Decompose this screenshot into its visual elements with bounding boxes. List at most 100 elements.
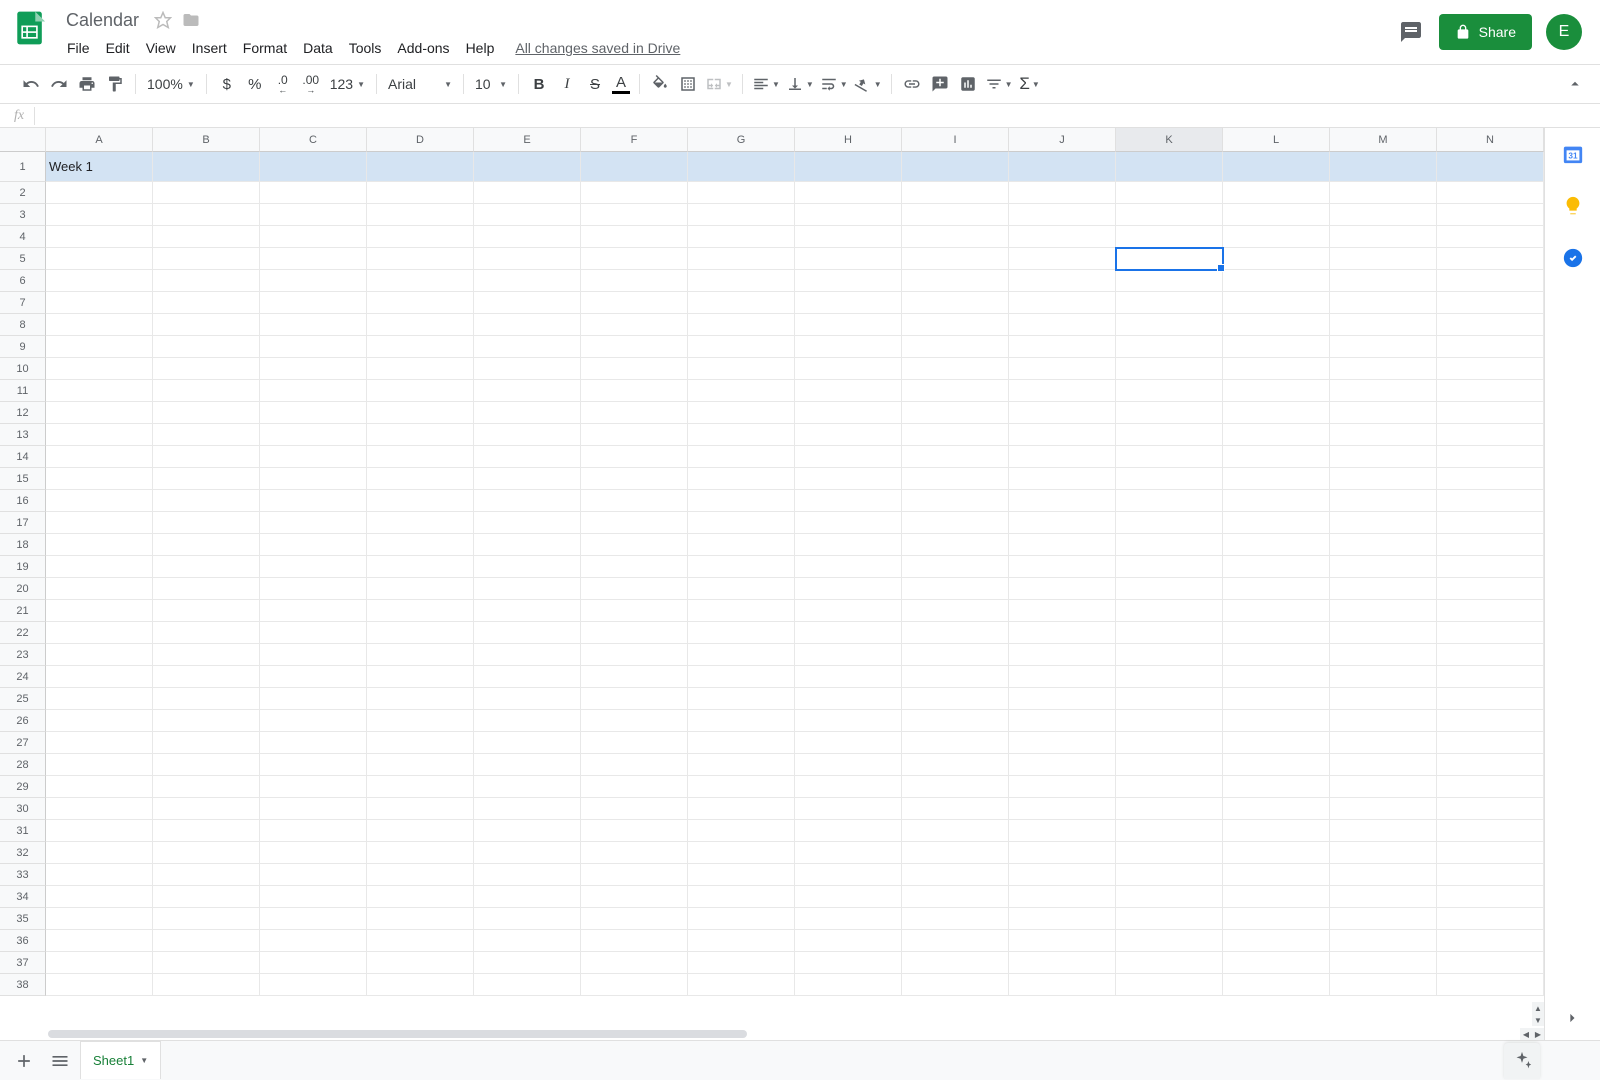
- cell[interactable]: [153, 622, 260, 644]
- cell[interactable]: [795, 886, 902, 908]
- cell[interactable]: [902, 512, 1009, 534]
- cell[interactable]: [1116, 754, 1223, 776]
- cell[interactable]: [902, 886, 1009, 908]
- cell[interactable]: [153, 798, 260, 820]
- cell[interactable]: [1009, 732, 1116, 754]
- horizontal-scrollbar[interactable]: [48, 1028, 1504, 1040]
- cell[interactable]: [153, 644, 260, 666]
- cell[interactable]: [1437, 358, 1544, 380]
- cell[interactable]: [902, 908, 1009, 930]
- cell[interactable]: [1009, 534, 1116, 556]
- cell[interactable]: [474, 644, 581, 666]
- cell[interactable]: [1437, 666, 1544, 688]
- cell[interactable]: [1437, 152, 1544, 182]
- cell[interactable]: [902, 842, 1009, 864]
- cell[interactable]: [581, 666, 688, 688]
- cell[interactable]: [795, 534, 902, 556]
- cell[interactable]: [46, 952, 153, 974]
- cell[interactable]: [1437, 776, 1544, 798]
- select-all-corner[interactable]: [0, 128, 46, 152]
- cell[interactable]: [260, 776, 367, 798]
- cell[interactable]: [795, 556, 902, 578]
- cell[interactable]: [1437, 468, 1544, 490]
- cell[interactable]: [46, 666, 153, 688]
- cell[interactable]: [46, 424, 153, 446]
- cell[interactable]: [1223, 152, 1330, 182]
- cell[interactable]: [1223, 182, 1330, 204]
- cell[interactable]: [1330, 534, 1437, 556]
- cell[interactable]: [474, 820, 581, 842]
- cell[interactable]: [1009, 490, 1116, 512]
- cell[interactable]: [795, 622, 902, 644]
- cell[interactable]: [1223, 292, 1330, 314]
- text-wrap-button[interactable]: ▼: [818, 71, 850, 97]
- cell[interactable]: [1116, 886, 1223, 908]
- cell[interactable]: [1223, 776, 1330, 798]
- cell[interactable]: [1330, 358, 1437, 380]
- cell[interactable]: [1116, 182, 1223, 204]
- cell[interactable]: [1009, 908, 1116, 930]
- cell[interactable]: [581, 152, 688, 182]
- cell[interactable]: [46, 556, 153, 578]
- row-header[interactable]: 23: [0, 644, 46, 666]
- scroll-right-button[interactable]: ▶: [1532, 1028, 1544, 1040]
- cell[interactable]: [474, 864, 581, 886]
- cell[interactable]: [1223, 820, 1330, 842]
- cell[interactable]: [260, 182, 367, 204]
- cell[interactable]: [795, 512, 902, 534]
- column-header[interactable]: J: [1009, 128, 1116, 152]
- cell[interactable]: [474, 688, 581, 710]
- row-header[interactable]: 9: [0, 336, 46, 358]
- row-header[interactable]: 22: [0, 622, 46, 644]
- cell[interactable]: [1223, 402, 1330, 424]
- cell[interactable]: [1116, 314, 1223, 336]
- print-button[interactable]: [74, 71, 100, 97]
- cell[interactable]: [1116, 248, 1223, 270]
- cell[interactable]: [1009, 446, 1116, 468]
- move-folder-icon[interactable]: [181, 10, 201, 30]
- cell[interactable]: [1330, 204, 1437, 226]
- cell[interactable]: [1116, 952, 1223, 974]
- cell[interactable]: [1009, 886, 1116, 908]
- cell[interactable]: [46, 468, 153, 490]
- cell[interactable]: [260, 270, 367, 292]
- cell[interactable]: [688, 886, 795, 908]
- cell[interactable]: [1437, 490, 1544, 512]
- borders-button[interactable]: [675, 71, 701, 97]
- cell[interactable]: [795, 182, 902, 204]
- cell[interactable]: [1223, 710, 1330, 732]
- cell[interactable]: [46, 314, 153, 336]
- cell[interactable]: [581, 270, 688, 292]
- cell[interactable]: [1223, 512, 1330, 534]
- cell[interactable]: [688, 908, 795, 930]
- cell[interactable]: [1330, 776, 1437, 798]
- cell[interactable]: [474, 974, 581, 996]
- cell[interactable]: [688, 534, 795, 556]
- cell[interactable]: [902, 534, 1009, 556]
- cell[interactable]: [260, 908, 367, 930]
- cell[interactable]: [688, 864, 795, 886]
- cell[interactable]: [1223, 732, 1330, 754]
- cell[interactable]: [474, 226, 581, 248]
- cell[interactable]: [795, 930, 902, 952]
- cell[interactable]: [46, 842, 153, 864]
- cell[interactable]: [688, 622, 795, 644]
- cell[interactable]: [581, 908, 688, 930]
- cell[interactable]: [474, 336, 581, 358]
- cell[interactable]: [581, 622, 688, 644]
- row-header[interactable]: 8: [0, 314, 46, 336]
- cell[interactable]: [581, 204, 688, 226]
- cell[interactable]: [581, 886, 688, 908]
- column-header[interactable]: F: [581, 128, 688, 152]
- cell[interactable]: [1009, 336, 1116, 358]
- cell[interactable]: [688, 952, 795, 974]
- cell[interactable]: [153, 270, 260, 292]
- cell[interactable]: [1223, 864, 1330, 886]
- cell[interactable]: [260, 336, 367, 358]
- cell[interactable]: [1223, 842, 1330, 864]
- menu-format[interactable]: Format: [236, 36, 294, 60]
- row-header[interactable]: 20: [0, 578, 46, 600]
- keep-addon-icon[interactable]: [1561, 194, 1585, 218]
- cell[interactable]: [1009, 468, 1116, 490]
- cell[interactable]: [688, 248, 795, 270]
